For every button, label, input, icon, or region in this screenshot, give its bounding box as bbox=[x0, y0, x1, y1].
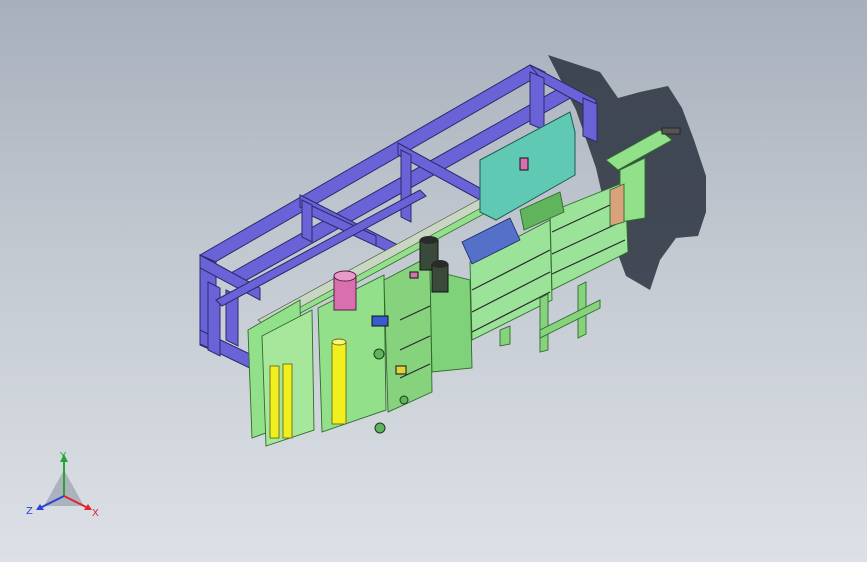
machine-assembly-model[interactable] bbox=[0, 0, 867, 562]
z-axis-label: Z bbox=[26, 506, 33, 517]
y-axis-label: Y bbox=[59, 451, 67, 462]
cad-viewport[interactable]: Y Z X bbox=[0, 0, 867, 562]
x-axis-label: X bbox=[92, 508, 99, 519]
axis-triad: Y Z X bbox=[26, 451, 99, 519]
